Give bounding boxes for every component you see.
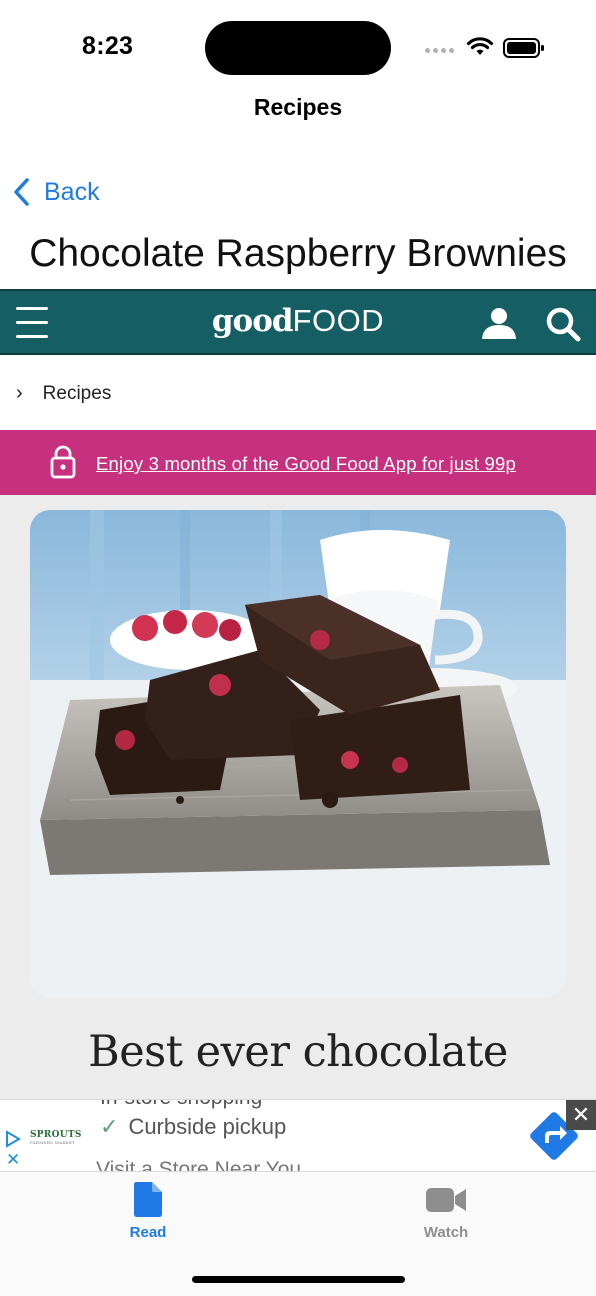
- back-button[interactable]: Back: [12, 175, 100, 209]
- ad-choices-icon[interactable]: [4, 1130, 22, 1148]
- site-header: goodFOOD: [0, 289, 596, 355]
- wifi-icon: [466, 37, 494, 55]
- status-bar: 8:23: [0, 0, 596, 90]
- tab-watch[interactable]: Watch: [386, 1180, 506, 1241]
- page-title: Chocolate Raspberry Brownies: [29, 232, 567, 275]
- checkmark-icon: ✓: [100, 1114, 119, 1139]
- dynamic-island: [205, 21, 391, 75]
- logo-good: good: [211, 303, 294, 339]
- ad-brand-logo: SPROUTS FARMERS MARKET: [30, 1130, 82, 1145]
- chevron-left-icon: [14, 178, 29, 206]
- ad-line-top: In-store shopping: [100, 1100, 262, 1110]
- ad-banner[interactable]: In-store shopping ✓ Curbside pickup Visi…: [0, 1099, 596, 1172]
- chevron-right-icon: ›: [16, 382, 23, 404]
- tab-read[interactable]: Read: [88, 1180, 208, 1241]
- back-label: Back: [44, 177, 100, 206]
- ad-brand-subtitle: FARMERS MARKET: [30, 1140, 76, 1145]
- recipe-hero-image: [30, 510, 566, 997]
- home-indicator[interactable]: [192, 1276, 405, 1283]
- video-camera-icon: [426, 1188, 466, 1212]
- ad-line-middle: ✓ Curbside pickup: [100, 1114, 286, 1140]
- tab-watch-label: Watch: [423, 1224, 469, 1241]
- status-time: 8:23: [82, 32, 134, 60]
- logo-food: FOOD: [292, 303, 385, 338]
- ad-line-bottom: Visit a Store Near You: [96, 1158, 302, 1172]
- promo-banner[interactable]: Enjoy 3 months of the Good Food App for …: [0, 430, 596, 495]
- user-icon[interactable]: [480, 306, 518, 340]
- nav-title: Recipes: [253, 94, 343, 120]
- promo-link[interactable]: Enjoy 3 months of the Good Food App for …: [96, 453, 516, 475]
- document-icon: [134, 1182, 162, 1217]
- battery-icon: [503, 38, 544, 58]
- breadcrumb[interactable]: › Recipes: [16, 382, 111, 405]
- lock-icon: [50, 445, 76, 479]
- ad-dismiss-icon[interactable]: ✕: [6, 1150, 20, 1170]
- cellular-signal-icon: [425, 48, 454, 53]
- recipe-heading: Best ever chocolate: [88, 1027, 508, 1077]
- ad-close-button[interactable]: ✕: [566, 1100, 596, 1130]
- tab-read-label: Read: [129, 1224, 167, 1241]
- ad-line-middle-text: Curbside pickup: [128, 1114, 287, 1139]
- ad-brand-name: SPROUTS: [30, 1130, 82, 1140]
- breadcrumb-label: Recipes: [42, 382, 112, 404]
- search-icon[interactable]: [544, 306, 582, 342]
- tab-bar: Read Watch: [0, 1172, 596, 1296]
